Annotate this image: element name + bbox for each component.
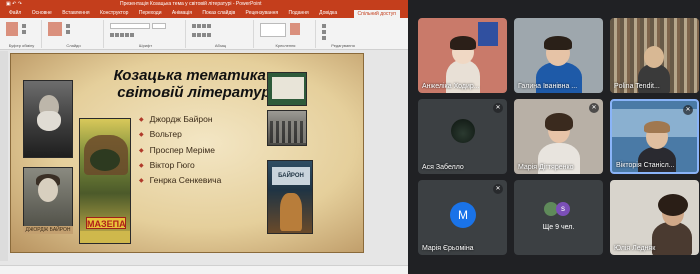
hugo-caption: Віктор Гюго [27, 151, 65, 158]
muted-mic-icon: ✕ [683, 105, 693, 115]
camera-off-avatar [451, 119, 475, 143]
participant-name: Polina Tendit... [614, 83, 660, 90]
list-item: ◆ Проспер Меріме [139, 144, 215, 155]
participant-tile-active[interactable]: ✕ Вікторія Станісл... [610, 99, 699, 174]
muted-mic-icon: ✕ [493, 184, 503, 194]
ribbon-group-paragraph: Абзац [188, 20, 254, 48]
participant-name: Анжеліка Ходир... [422, 83, 480, 90]
participant-name: Марія Єрьоміна [422, 245, 474, 252]
more-participants-tile[interactable]: s Ще 9 чел. [514, 180, 603, 255]
participant-tile[interactable]: M ✕ Марія Єрьоміна [418, 180, 507, 255]
reset-button[interactable] [66, 29, 71, 34]
replace-icon[interactable] [322, 29, 327, 34]
ribbon-group-drawing: Креслення [256, 20, 316, 48]
quick-access-toolbar[interactable]: ▣ ↶ ↷ [6, 0, 46, 9]
group-label: Слайди [66, 43, 81, 48]
participant-name: Вікторія Станісл... [616, 162, 675, 169]
tab-home[interactable]: Основне [32, 10, 52, 16]
book-cover-engraving [267, 110, 307, 146]
tab-animations[interactable]: Анімація [172, 10, 192, 16]
tab-slideshow[interactable]: Показ слайдів [202, 10, 235, 16]
find-icon[interactable] [322, 23, 327, 28]
participant-tile[interactable]: Анжеліка Ходир... [418, 18, 507, 93]
victor-hugo-portrait [23, 80, 73, 158]
book-cover-green [267, 72, 307, 106]
group-label: Буфер обміну [8, 43, 35, 48]
paste-icon[interactable] [6, 22, 18, 36]
group-label: Редагування [331, 43, 355, 48]
bullet-icon: ◆ [139, 147, 144, 154]
ribbon-group-slides: Слайди [44, 20, 104, 48]
tab-design[interactable]: Конструктор [100, 10, 129, 16]
slide-title[interactable]: Козацька тематика у світовій літературі [96, 67, 296, 101]
bold-icon[interactable] [110, 32, 135, 37]
participant-name: Марія Дігтяренко [518, 164, 574, 171]
ribbon-group-clipboard: Буфер обміну [2, 20, 42, 48]
participant-tile[interactable]: ✕ Ася Забелло [418, 99, 507, 174]
layout-button[interactable] [66, 23, 71, 28]
tab-file[interactable]: Файл [9, 10, 21, 16]
copy-icon[interactable] [22, 29, 27, 34]
bullets-icon[interactable] [192, 23, 212, 28]
ribbon-group-editing: Редагування [318, 20, 368, 48]
ppt-window-title: Презентація Козацька тема у світовій літ… [120, 1, 262, 7]
group-label: Абзац [214, 43, 227, 48]
ribbon-group-font: Шрифт [106, 20, 186, 48]
ribbon: Буфер обміну Слайди Шрифт Абзац Кресленн… [0, 18, 408, 50]
participant-tile[interactable]: Polina Tendit... [610, 18, 699, 93]
slide-canvas[interactable]: Козацька тематика у світовій літературі … [10, 53, 364, 253]
bullet-icon: ◆ [139, 162, 144, 169]
muted-mic-icon: ✕ [589, 103, 599, 113]
ribbon-tabs: Файл Основне Вставлення Конструктор Пере… [0, 9, 408, 18]
tab-view[interactable]: Подання [289, 10, 309, 16]
bullet-icon: ◆ [139, 178, 144, 185]
bullet-icon: ◆ [139, 132, 144, 139]
list-item: ◆ Джордж Байрон [139, 114, 213, 124]
shapes-gallery[interactable] [260, 23, 286, 37]
ppt-status-bar [0, 265, 408, 274]
participant-name: Ася Забелло [422, 164, 464, 171]
ppt-title-bar: ▣ ↶ ↷ Презентація Козацька тема у світов… [0, 0, 408, 9]
cut-icon[interactable] [22, 23, 27, 28]
group-label: Шрифт [138, 43, 153, 48]
group-label: Креслення [275, 43, 296, 48]
slide-thumbnail-pane[interactable] [0, 51, 8, 261]
mazepa-label: МАЗЕПА [86, 217, 126, 229]
tab-transitions[interactable]: Переходи [139, 10, 162, 16]
avatar: M [450, 202, 476, 228]
meet-participant-grid: Анжеліка Ходир... Галина Іванівна ... Po… [408, 0, 700, 274]
share-button[interactable]: Спільний доступ [353, 9, 400, 18]
list-item: ◆ Генрка Сенкевича [139, 175, 222, 186]
book-r3-title: БАЙРОН [272, 167, 310, 185]
participant-name: Галина Іванівна ... [518, 83, 578, 90]
byron-caption: ДЖОРДЖ БАЙРОН [23, 226, 73, 234]
byron-book-cover: БАЙРОН [267, 160, 313, 234]
align-icon[interactable] [192, 32, 212, 37]
participant-name: Юлія Ледняк [614, 245, 656, 252]
powerpoint-window: ▣ ↶ ↷ Презентація Козацька тема у світов… [0, 0, 408, 274]
list-item: ◆ Віктор Гюго [139, 159, 195, 170]
font-size-select[interactable] [152, 23, 166, 29]
participant-tile[interactable]: Юлія Ледняк [610, 180, 699, 255]
list-item: ◆ Вольтер [139, 129, 182, 140]
mazepa-book-cover: МАЗЕПА [79, 118, 131, 244]
select-icon[interactable] [322, 35, 327, 40]
participant-tile[interactable]: ✕ Марія Дігтяренко [514, 99, 603, 174]
tab-insert[interactable]: Вставлення [62, 10, 89, 16]
byron-portrait [23, 167, 73, 233]
bullet-icon: ◆ [139, 117, 144, 123]
muted-mic-icon: ✕ [493, 103, 503, 113]
arrange-icon[interactable] [290, 23, 300, 35]
author-list: ◆ Джордж Байрон ◆ Вольтер ◆ Проспер Меріме … [139, 112, 221, 188]
font-name-select[interactable] [110, 23, 150, 29]
new-slide-icon[interactable] [48, 22, 62, 36]
more-participants-label: Ще 9 чел. [542, 224, 575, 231]
avatar: s [556, 202, 570, 216]
tab-review[interactable]: Рецензування [246, 10, 279, 16]
participant-tile[interactable]: Галина Іванівна ... [514, 18, 603, 93]
tab-help[interactable]: Довідка [319, 10, 337, 16]
poster-image [478, 22, 498, 46]
